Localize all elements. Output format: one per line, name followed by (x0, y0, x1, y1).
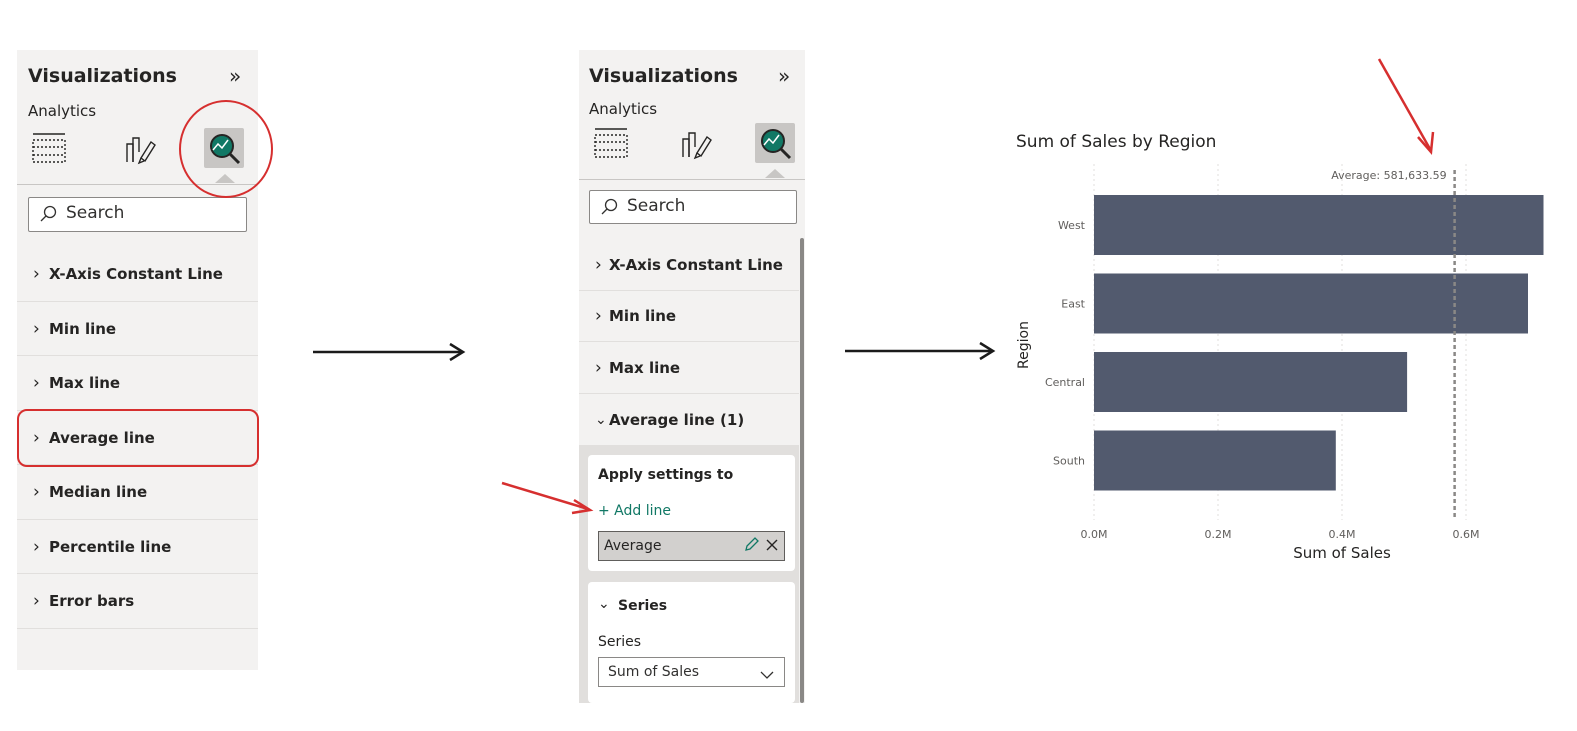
y-tick-label: West (1058, 219, 1086, 232)
section-median-line[interactable]: › Median line (17, 465, 258, 520)
section-label: Error bars (49, 592, 135, 610)
chevron-right-icon: › (33, 318, 40, 339)
chevron-down-icon (759, 666, 775, 685)
chevron-right-icon: › (33, 536, 40, 557)
annotation-box-average-line (17, 409, 259, 467)
section-max-line[interactable]: › Max line (579, 342, 799, 394)
section-label: Percentile line (49, 537, 172, 556)
annotation-arrow-average-line (1377, 58, 1435, 156)
pane-subtitle: Analytics (589, 100, 658, 118)
line-selector-label: Average (604, 538, 662, 554)
apply-settings-label: Apply settings to (598, 467, 734, 483)
section-label: Min line (49, 319, 117, 338)
pane-title: Visualizations (589, 65, 738, 87)
x-tick-label: 0.6M (1453, 528, 1480, 541)
analytics-tab-icon[interactable] (755, 123, 795, 163)
close-icon[interactable] (764, 537, 780, 557)
chevron-down-icon: ⌄ (595, 411, 607, 428)
section-min-line[interactable]: › Min line (579, 291, 799, 342)
bar-west (1094, 195, 1544, 255)
y-axis-title: Region (1016, 321, 1032, 369)
section-error-bars[interactable]: › Error bars (17, 574, 258, 629)
visualizations-pane-2: Visualizations » Analytics Search › X-Ax… (579, 50, 805, 703)
pane-subtitle: Analytics (28, 102, 97, 120)
collapse-pane-icon[interactable]: » (778, 64, 790, 88)
chevron-right-icon: › (595, 357, 602, 378)
chevron-down-icon[interactable]: ⌄ (598, 596, 610, 612)
section-label: Median line (49, 483, 148, 501)
chevron-right-icon: › (595, 306, 602, 326)
search-icon (601, 198, 618, 215)
section-label: Max line (49, 374, 121, 392)
build-visual-icon[interactable] (591, 123, 631, 163)
average-line-content: Apply settings to + Add line Average ⌄ S… (579, 445, 799, 703)
pane-scrollbar[interactable] (800, 238, 804, 703)
section-label: Min line (609, 307, 677, 325)
section-average-line-expanded[interactable]: ⌄ Average line (1) (579, 394, 799, 445)
section-max-line[interactable]: › Max line (17, 356, 258, 411)
section-x-axis-constant-line[interactable]: › X-Axis Constant Line (579, 239, 799, 291)
tab-divider (579, 179, 805, 180)
annotation-circle-analytics (179, 100, 273, 198)
pane-title: Visualizations (28, 65, 177, 87)
format-visual-icon[interactable] (119, 128, 159, 168)
y-tick-label: Central (1045, 376, 1085, 389)
bar-central (1094, 352, 1408, 412)
series-field-label: Series (598, 634, 642, 650)
build-visual-icon[interactable] (29, 128, 69, 168)
flow-arrow-1 (313, 342, 466, 362)
series-dropdown[interactable]: Sum of Sales (598, 657, 785, 687)
section-label: X-Axis Constant Line (49, 265, 223, 283)
series-section-label[interactable]: Series (618, 598, 667, 614)
section-min-line[interactable]: › Min line (17, 302, 258, 356)
section-label: Max line (609, 358, 681, 377)
search-icon (40, 205, 57, 222)
bar-south (1094, 430, 1336, 491)
y-tick-label: East (1061, 298, 1085, 311)
active-tab-caret (765, 169, 785, 178)
section-label: Average line (1) (609, 410, 745, 429)
line-selector[interactable]: Average (598, 531, 785, 561)
chart-title: Sum of Sales by Region (1016, 132, 1217, 152)
x-tick-label: 0.4M (1329, 528, 1356, 541)
add-line-link[interactable]: + Add line (598, 503, 671, 519)
chevron-right-icon: › (33, 373, 40, 393)
apply-settings-card: Apply settings to + Add line Average (588, 455, 795, 571)
collapse-pane-icon[interactable]: » (229, 64, 241, 88)
chevron-right-icon: › (33, 482, 40, 502)
search-placeholder: Search (66, 203, 125, 223)
search-input[interactable]: Search (28, 197, 247, 232)
bar-chart: 0.0M 0.2M 0.4M 0.6M West East Central South Aver… (1016, 164, 1544, 562)
x-tick-label: 0.2M (1205, 528, 1232, 541)
chevron-right-icon: › (33, 591, 40, 611)
chevron-right-icon: › (595, 254, 602, 275)
search-placeholder: Search (627, 196, 686, 216)
section-percentile-line[interactable]: › Percentile line (17, 520, 258, 574)
average-line-label: Average: 581,633.59 (1331, 169, 1446, 182)
section-label: X-Axis Constant Line (609, 255, 783, 274)
series-dropdown-value: Sum of Sales (608, 664, 700, 680)
search-input[interactable]: Search (589, 190, 797, 224)
x-axis-title: Sum of Sales (1293, 544, 1391, 562)
flow-arrow-2 (845, 341, 996, 361)
edit-pencil-icon[interactable] (743, 537, 759, 557)
bar-east (1094, 273, 1528, 334)
series-card: ⌄ Series Series Sum of Sales (588, 582, 795, 703)
y-tick-label: South (1053, 455, 1085, 468)
format-visual-icon[interactable] (675, 123, 715, 163)
x-tick-label: 0.0M (1081, 528, 1108, 541)
section-x-axis-constant-line[interactable]: › X-Axis Constant Line (17, 247, 258, 302)
chevron-right-icon: › (33, 264, 40, 284)
annotation-arrow-add-line (501, 481, 594, 515)
